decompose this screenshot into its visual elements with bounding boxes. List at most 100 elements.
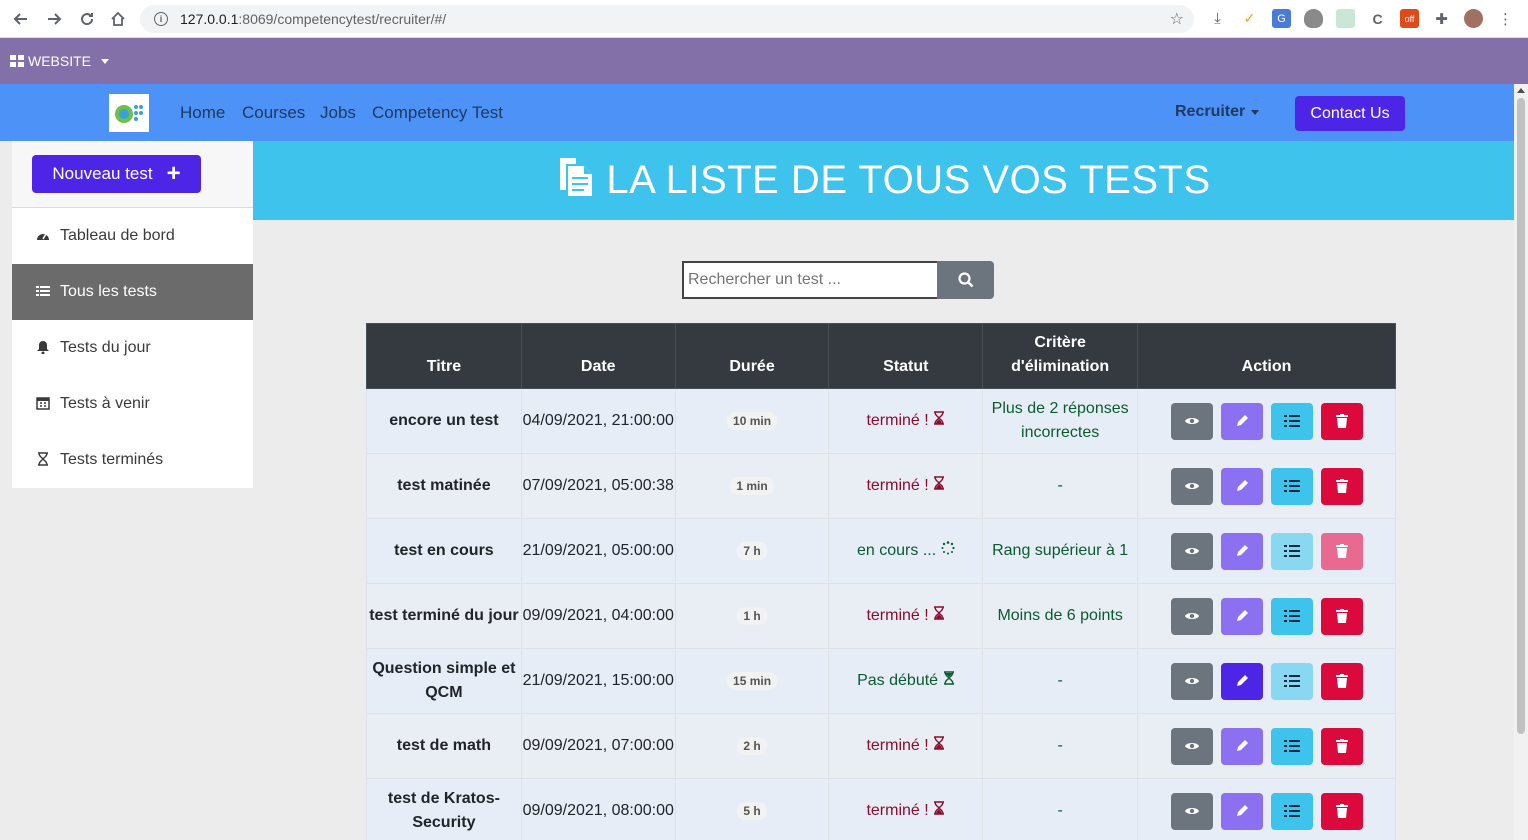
website-menu[interactable]: WEBSITE [10,53,110,69]
tests-table: Titre Date Durée Statut Critère d'élimin… [366,323,1396,840]
url-host: 127.0.0.1 [180,11,239,27]
column-header-title[interactable]: Titre [366,323,522,389]
avatar[interactable] [1464,9,1483,28]
new-test-button[interactable]: Nouveau test + [32,155,201,193]
search-button[interactable] [937,261,994,299]
trash-icon [1335,479,1348,493]
edit-button[interactable] [1220,792,1263,830]
cell-criteria: Rang supérieur à 1 [982,518,1139,584]
duration-badge: 5 h [737,802,767,820]
cell-status: en cours ... [828,518,984,584]
edit-button[interactable] [1220,727,1263,765]
questions-list-button[interactable] [1270,532,1313,570]
view-button[interactable] [1170,792,1213,830]
view-button[interactable] [1170,467,1213,505]
cell-date: 04/09/2021, 21:00:00 [520,388,676,454]
nav-link-competency-test[interactable]: Competency Test [372,103,503,123]
trash-icon [1335,739,1348,753]
search-bar [682,261,994,299]
nav-link-courses[interactable]: Courses [242,103,305,123]
nav-link-home[interactable]: Home [180,103,225,123]
page-scrollbar[interactable] [1514,84,1528,840]
scroll-up-arrow-icon[interactable] [1517,88,1525,93]
questions-list-button[interactable] [1270,467,1313,505]
nav-link-jobs[interactable]: Jobs [320,103,356,123]
eye-icon [1184,678,1199,684]
back-arrow-icon[interactable] [9,7,33,31]
questions-list-button[interactable] [1270,792,1313,830]
sidebar-item-all-tests[interactable]: Tous les tests [12,264,253,320]
cell-duration: 15 min [674,648,830,714]
edit-button[interactable] [1220,402,1263,440]
column-header-criteria[interactable]: Critère d'élimination [982,323,1139,389]
puzzle-icon[interactable]: ✚ [1432,9,1451,28]
list-icon [36,285,50,300]
translate-icon[interactable]: G [1272,9,1291,28]
delete-button[interactable] [1320,532,1363,570]
delete-button[interactable] [1320,792,1363,830]
caret-down-icon [1251,109,1260,115]
document-copy-icon [556,156,596,206]
questions-list-button[interactable] [1270,597,1313,635]
delete-button[interactable] [1320,467,1363,505]
download-icon[interactable]: ⤓ [1208,9,1227,28]
edit-button[interactable] [1220,597,1263,635]
pencil-icon [1236,610,1248,621]
reload-icon[interactable] [75,7,99,31]
extension-c-icon[interactable]: C [1368,9,1387,28]
column-header-status[interactable]: Statut [828,323,984,389]
duration-badge: 1 h [737,607,767,625]
site-logo[interactable] [109,94,149,132]
delete-button[interactable] [1320,402,1363,440]
info-icon[interactable]: i [154,12,168,26]
questions-list-button[interactable] [1270,662,1313,700]
questions-list-button[interactable] [1270,727,1313,765]
cell-duration: 7 h [674,518,830,584]
view-button[interactable] [1170,662,1213,700]
eye-icon [1184,548,1199,554]
cell-status: terminé ! [828,778,984,840]
cell-status: terminé ! [828,388,984,454]
bookmark-star-icon[interactable]: ☆ [1170,9,1184,29]
column-header-duration[interactable]: Durée [674,323,830,389]
column-header-date[interactable]: Date [520,323,676,389]
sidebar-item-upcoming-tests[interactable]: Tests à venir [12,376,253,432]
extension-green-icon[interactable] [1336,9,1355,28]
view-button[interactable] [1170,532,1213,570]
cell-actions [1137,518,1396,584]
trash-icon [1335,674,1348,688]
sidebar-item-today-tests[interactable]: Tests du jour [12,320,253,376]
hourglass-end-icon [934,411,945,425]
delete-button[interactable] [1320,727,1363,765]
sidebar-item-dashboard[interactable]: Tableau de bord [12,208,253,264]
questions-list-button[interactable] [1270,402,1313,440]
extension-check-icon[interactable]: ✓ [1240,9,1259,28]
url-path: :8069/competencytest/recruiter/#/ [238,11,447,27]
browser-menu-icon[interactable]: ⋮ [1496,9,1515,28]
extension-off-icon[interactable]: off [1400,9,1419,28]
search-input[interactable] [682,261,937,299]
forward-arrow-icon[interactable] [42,7,66,31]
edit-button[interactable] [1220,662,1263,700]
address-bar[interactable]: i 127.0.0.1:8069/competencytest/recruite… [140,5,1194,33]
view-button[interactable] [1170,727,1213,765]
delete-button[interactable] [1320,597,1363,635]
odoo-top-bar: WEBSITE [0,38,1528,84]
table-row: Question simple et QCM 21/09/2021, 15:00:… [366,648,1396,714]
scroll-thumb[interactable] [1517,98,1525,734]
contact-us-button[interactable]: Contact Us [1295,96,1405,131]
shield-icon[interactable] [1304,9,1323,28]
view-button[interactable] [1170,402,1213,440]
home-icon[interactable] [106,7,130,31]
cell-date: 07/09/2021, 05:00:38 [520,453,676,519]
spinner-icon [941,541,955,555]
recruiter-dropdown[interactable]: Recruiter [1175,103,1260,121]
delete-button[interactable] [1320,662,1363,700]
status-text: terminé ! [866,802,929,819]
edit-button[interactable] [1220,467,1263,505]
view-button[interactable] [1170,597,1213,635]
table-row: test matinée 07/09/2021, 05:00:38 1 min ter… [366,453,1396,519]
ordered-list-icon [1283,545,1300,557]
sidebar-item-finished-tests[interactable]: Tests terminés [12,432,253,488]
edit-button[interactable] [1220,532,1263,570]
